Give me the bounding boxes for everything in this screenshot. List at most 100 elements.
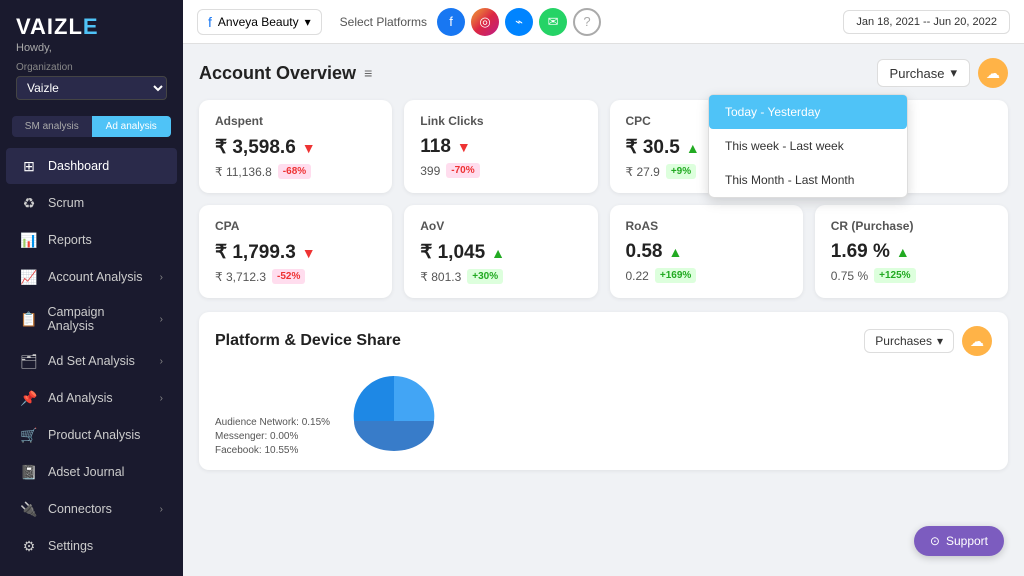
sidebar-item-account-analysis[interactable]: 📈 Account Analysis › — [6, 259, 177, 295]
sidebar-item-dashboard[interactable]: ⊞ Dashboard — [6, 148, 177, 184]
sidebar-item-adset-analysis[interactable]: 🗂 Ad Set Analysis › — [6, 343, 177, 379]
facebook-icon: f — [208, 14, 212, 30]
scrum-icon: ♻ — [20, 194, 38, 212]
logo: VAIZLE — [16, 14, 167, 40]
metric-card-cr-purchase: CR (Purchase) 1.69 % ▲ 0.75 % +125% — [815, 205, 1008, 298]
org-select[interactable]: Vaizle — [16, 76, 167, 100]
aov-label: AoV — [420, 219, 581, 233]
platform-purchases-btn[interactable]: Purchases ▾ — [864, 329, 954, 353]
chart-area: Audience Network: 0.15% Messenger: 0.00%… — [215, 366, 992, 456]
sidebar-item-scrum[interactable]: ♻ Scrum — [6, 185, 177, 221]
platform-header: Platform & Device Share Purchases ▾ ☁ — [215, 326, 992, 356]
dropdown-chevron-icon: ▾ — [950, 65, 957, 81]
sidebar-item-settings[interactable]: ⚙ Settings — [6, 528, 177, 564]
purchase-btn[interactable]: Purchase ▾ — [877, 59, 970, 87]
cr-badge: +125% — [874, 268, 915, 283]
settings-icon: ⚙ — [20, 537, 38, 555]
topbar: f Anveya Beauty ▾ Select Platforms f ◎ ⌁… — [183, 0, 1024, 44]
account-overview-title: Account Overview — [199, 63, 356, 84]
list-icon: ≡ — [364, 65, 372, 81]
aov-value: ₹ 1,045 — [420, 241, 485, 264]
link-clicks-label: Link Clicks — [420, 114, 581, 128]
adspent-badge: -68% — [278, 164, 311, 179]
dashboard-icon: ⊞ — [20, 157, 38, 175]
section-right: Today - Yesterday This week - Last week … — [877, 58, 1008, 88]
roas-badge: +169% — [655, 268, 696, 283]
trend-down-icon: ▼ — [302, 245, 316, 261]
info-platform-btn[interactable]: ? — [573, 8, 601, 36]
cpc-value: ₹ 30.5 — [626, 136, 680, 159]
cpc-prev: ₹ 27.9 — [626, 165, 660, 179]
platform-right: Purchases ▾ ☁ — [864, 326, 992, 356]
purchase-label: Purchase — [890, 66, 945, 81]
sidebar-item-product-analysis[interactable]: 🛒 Product Analysis — [6, 417, 177, 453]
metric-card-aov: AoV ₹ 1,045 ▲ ₹ 801.3 +30% — [404, 205, 597, 298]
topbar-right: Jan 18, 2021 -- Jun 20, 2022 — [843, 10, 1010, 34]
purchases-label: Purchases — [875, 334, 932, 348]
dropdown-item-week[interactable]: This week - Last week — [709, 129, 907, 163]
dropdown-item-today-yesterday[interactable]: Today - Yesterday — [709, 95, 907, 129]
chart-label-2: Facebook: 10.55% — [215, 445, 330, 456]
org-label: Organization — [16, 62, 167, 73]
date-dropdown-menu: Today - Yesterday This week - Last week … — [708, 94, 908, 198]
adset-analysis-icon: 🗂 — [20, 352, 38, 370]
account-name: Anveya Beauty — [218, 15, 299, 29]
facebook-platform-btn[interactable]: f — [437, 8, 465, 36]
sidebar-item-label: Dashboard — [48, 159, 109, 173]
chevron-right-icon: › — [160, 504, 163, 515]
sidebar-item-label: Product Analysis — [48, 428, 140, 442]
date-range-btn[interactable]: Jan 18, 2021 -- Jun 20, 2022 — [843, 10, 1010, 34]
sidebar-logo: VAIZLE Howdy, Organization Vaizle — [0, 0, 183, 106]
sm-analysis-btn[interactable]: SM analysis — [12, 116, 92, 137]
cpa-prev: ₹ 3,712.3 — [215, 270, 266, 284]
cpa-value: ₹ 1,799.3 — [215, 241, 296, 264]
adspent-prev: ₹ 11,136.8 — [215, 165, 272, 179]
sidebar-item-label: Scrum — [48, 196, 84, 210]
platform-title: Platform & Device Share — [215, 332, 401, 350]
chevron-right-icon: › — [160, 356, 163, 367]
trend-up-icon: ▲ — [668, 244, 682, 260]
account-overview-header: Account Overview ≡ Today - Yesterday Thi… — [199, 58, 1008, 88]
chart-label-1: Messenger: 0.00% — [215, 431, 330, 442]
support-btn[interactable]: ⊙ Support — [914, 526, 1004, 556]
link-clicks-prev: 399 — [420, 164, 440, 178]
trend-down-icon: ▼ — [457, 139, 471, 155]
sidebar-item-label: Ad Set Analysis — [48, 354, 135, 368]
main-content: f Anveya Beauty ▾ Select Platforms f ◎ ⌁… — [183, 0, 1024, 576]
adspent-value: ₹ 3,598.6 — [215, 136, 296, 159]
messenger-platform-btn[interactable]: ⌁ — [505, 8, 533, 36]
howdy-text: Howdy, — [16, 42, 167, 54]
reports-icon: 📊 — [20, 231, 38, 249]
sidebar-item-label: Connectors — [48, 502, 112, 516]
sidebar-item-campaign-analysis[interactable]: 📋 Campaign Analysis › — [6, 296, 177, 342]
ad-analysis-btn[interactable]: Ad analysis — [92, 116, 172, 137]
dropdown-item-month[interactable]: This Month - Last Month — [709, 163, 907, 197]
cr-prev: 0.75 % — [831, 269, 868, 283]
sidebar-item-ad-analysis[interactable]: 📌 Ad Analysis › — [6, 380, 177, 416]
sidebar-item-connectors[interactable]: 🔌 Connectors › — [6, 491, 177, 527]
roas-prev: 0.22 — [626, 269, 649, 283]
nav-items: ⊞ Dashboard ♻ Scrum 📊 Reports 📈 Account … — [0, 143, 183, 576]
link-clicks-badge: -70% — [446, 163, 479, 178]
adset-journal-icon: 📓 — [20, 463, 38, 481]
chevron-right-icon: › — [160, 393, 163, 404]
cloud-download-icon[interactable]: ☁ — [962, 326, 992, 356]
cr-value: 1.69 % — [831, 241, 890, 263]
cloud-icon[interactable]: ☁ — [978, 58, 1008, 88]
account-analysis-icon: 📈 — [20, 268, 38, 286]
instagram-platform-btn[interactable]: ◎ — [471, 8, 499, 36]
cr-label: CR (Purchase) — [831, 219, 992, 233]
sidebar-item-adset-journal[interactable]: 📓 Adset Journal — [6, 454, 177, 490]
account-select[interactable]: f Anveya Beauty ▾ — [197, 9, 322, 35]
link-clicks-value: 118 — [420, 136, 451, 158]
metric-card-link-clicks: Link Clicks 118 ▼ 399 -70% — [404, 100, 597, 193]
chart-label-0: Audience Network: 0.15% — [215, 417, 330, 428]
trend-down-icon: ▼ — [302, 140, 316, 156]
trend-up-icon: ▲ — [896, 244, 910, 260]
aov-badge: +30% — [467, 269, 503, 284]
sidebar-item-reports[interactable]: 📊 Reports — [6, 222, 177, 258]
sidebar: VAIZLE Howdy, Organization Vaizle SM ana… — [0, 0, 183, 576]
whatsapp-platform-btn[interactable]: ✉ — [539, 8, 567, 36]
roas-label: RoAS — [626, 219, 787, 233]
sidebar-item-label: Account Analysis — [48, 270, 143, 284]
